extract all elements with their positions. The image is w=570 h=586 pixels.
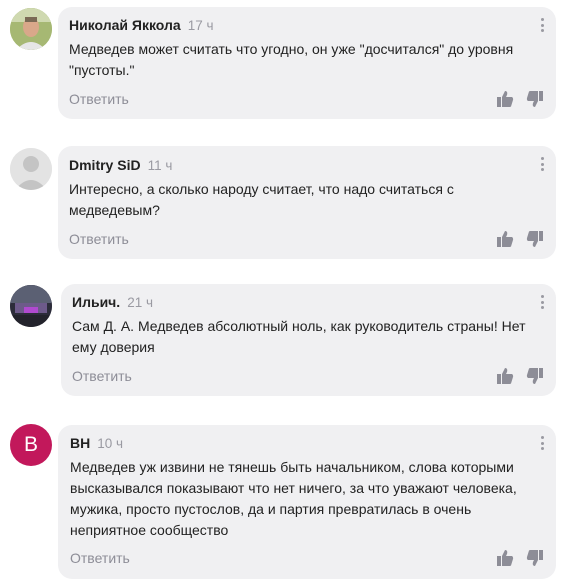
avatar[interactable] xyxy=(10,148,52,190)
reply-button[interactable]: Ответить xyxy=(69,231,129,247)
default-avatar-icon xyxy=(10,148,52,190)
comment-text-line: ему доверия xyxy=(72,339,155,355)
author-name[interactable]: ВН xyxy=(70,435,90,451)
thumbs-up-icon[interactable] xyxy=(496,230,514,248)
thumbs-up-icon[interactable] xyxy=(496,549,514,567)
comment-time: 10 ч xyxy=(97,436,124,451)
comment-author[interactable]: Николай Яккола 17 ч xyxy=(69,17,214,33)
more-menu-icon[interactable] xyxy=(540,157,544,171)
votes xyxy=(496,90,544,108)
comment-time: 11 ч xyxy=(147,158,173,173)
comment-text-line: Интересно, а сколько народу считает, что… xyxy=(69,181,454,197)
thumbs-up-icon[interactable] xyxy=(496,367,514,385)
author-name[interactable]: Ильич. xyxy=(72,294,120,310)
avatar-photo-icon xyxy=(10,8,52,50)
comment-text-line: "пустоты." xyxy=(69,62,135,78)
votes xyxy=(496,549,544,567)
thumbs-down-icon[interactable] xyxy=(526,90,544,108)
comment-author[interactable]: Dmitry SiD 11 ч xyxy=(69,157,172,173)
thumbs-up-icon[interactable] xyxy=(496,90,514,108)
comment-text-line: Медведев может считать что угодно, он уж… xyxy=(69,41,514,57)
comment-text-line: медведевым? xyxy=(69,202,160,218)
comment-author[interactable]: ВН 10 ч xyxy=(70,435,123,451)
avatar[interactable]: В xyxy=(10,424,52,466)
comment-author[interactable]: Ильич. 21 ч xyxy=(72,294,153,310)
comment-time: 21 ч xyxy=(127,295,153,310)
comment-time: 17 ч xyxy=(187,18,214,33)
comment-text: Сам Д. А. Медведев абсолютный ноль, как … xyxy=(72,316,542,358)
reply-button[interactable]: Ответить xyxy=(72,368,132,384)
comment: Ильич. 21 ч Сам Д. А. Медведев абсолютный… xyxy=(0,278,570,398)
comment-text-line: Медведев уж извини не тянешь быть началь… xyxy=(70,459,514,475)
more-menu-icon[interactable] xyxy=(540,436,544,450)
thumbs-down-icon[interactable] xyxy=(526,549,544,567)
author-name[interactable]: Николай Яккола xyxy=(69,17,181,33)
author-name[interactable]: Dmitry SiD xyxy=(69,157,141,173)
votes xyxy=(496,367,544,385)
avatar[interactable] xyxy=(10,8,52,50)
avatar-letter: В xyxy=(23,433,38,456)
comment-bubble: Ильич. 21 ч Сам Д. А. Медведев абсолютный… xyxy=(61,284,556,396)
comment-text: Медведев уж извини не тянешь быть началь… xyxy=(70,457,540,541)
more-menu-icon[interactable] xyxy=(540,18,544,32)
avatar-photo-icon xyxy=(10,285,52,327)
comment-bubble: ВН 10 ч Медведев уж извини не тянешь быть… xyxy=(58,425,556,579)
comment: Dmitry SiD 11 ч Интересно, а сколько наро… xyxy=(0,140,570,260)
comment-bubble: Николай Яккола 17 ч Медведев может считат… xyxy=(58,7,556,119)
thumbs-down-icon[interactable] xyxy=(526,367,544,385)
thumbs-down-icon[interactable] xyxy=(526,230,544,248)
comment-text-line: Сам Д. А. Медведев абсолютный ноль, как … xyxy=(72,318,526,334)
comment: Николай Яккола 17 ч Медведев может считат… xyxy=(0,0,570,120)
comment-text-line: мужика, просто пустослов, да и партия пр… xyxy=(70,501,472,517)
comment: В ВН 10 ч Медведев уж извини не тянешь бы… xyxy=(0,418,570,586)
reply-button[interactable]: Ответить xyxy=(69,91,129,107)
avatar[interactable] xyxy=(10,285,52,327)
comment-text: Медведев может считать что угодно, он уж… xyxy=(69,39,539,81)
more-menu-icon[interactable] xyxy=(540,295,544,309)
comment-text-line: высказывался показывают что нет ничего, … xyxy=(70,480,517,496)
comment-text-line: неприятное сообщество xyxy=(70,522,229,538)
reply-button[interactable]: Ответить xyxy=(70,550,130,566)
comment-bubble: Dmitry SiD 11 ч Интересно, а сколько наро… xyxy=(58,146,556,259)
votes xyxy=(496,230,544,248)
comment-text: Интересно, а сколько народу считает, что… xyxy=(69,179,539,221)
